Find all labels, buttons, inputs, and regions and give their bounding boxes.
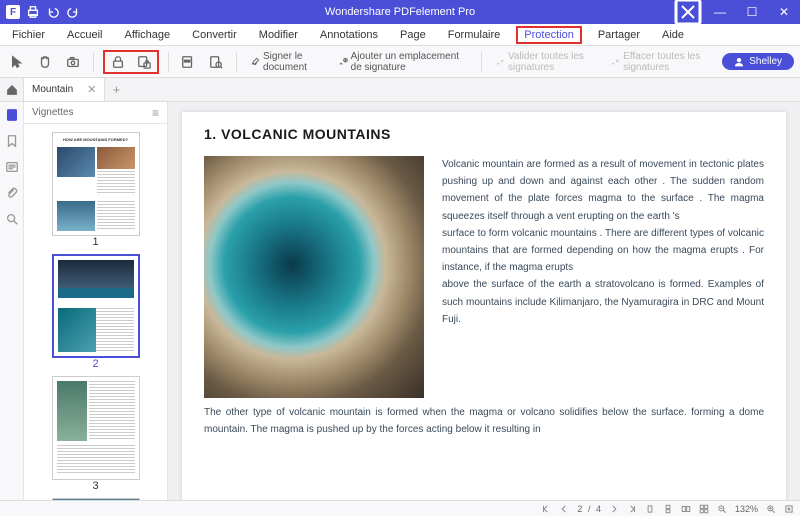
- pointer-tool[interactable]: [6, 53, 28, 71]
- sign-document-button[interactable]: Signer le document: [246, 49, 328, 75]
- view-facing-icon[interactable]: [681, 504, 691, 514]
- menu-formulaire[interactable]: Formulaire: [442, 26, 507, 44]
- bookmarks-panel-icon[interactable]: [5, 134, 19, 148]
- close-tab-icon[interactable]: ✕: [87, 83, 96, 96]
- app-logo-icon: F: [6, 5, 20, 19]
- page-content: 1. VOLCANIC MOUNTAINS Volcanic mountain …: [182, 112, 786, 500]
- add-tab-button[interactable]: +: [105, 78, 127, 101]
- main-area: Vignettes≡ HOW ARE MOUNTAINS FORMED? 1 2: [0, 102, 800, 500]
- thumbnail-page-2[interactable]: [52, 254, 140, 358]
- minimize-button[interactable]: —: [704, 0, 736, 24]
- toolbar: Signer le document Ajouter un emplacemen…: [0, 46, 800, 78]
- fit-page-icon[interactable]: [784, 504, 794, 514]
- close-button[interactable]: ✕: [768, 0, 800, 24]
- user-account-pill[interactable]: Shelley: [722, 53, 794, 70]
- zoom-out-icon[interactable]: [717, 504, 727, 514]
- app-title: Wondershare PDFelement Pro: [325, 6, 475, 18]
- thumbnail-page-3[interactable]: [52, 376, 140, 480]
- undo-icon[interactable]: [46, 5, 60, 19]
- menu-aide[interactable]: Aide: [656, 26, 690, 44]
- annotations-panel-icon[interactable]: [5, 160, 19, 174]
- encrypt-permissions-button[interactable]: [133, 53, 155, 71]
- validate-signatures-button: Valider toutes les signatures: [491, 49, 600, 75]
- attachments-panel-icon[interactable]: [5, 186, 19, 200]
- menu-partager[interactable]: Partager: [592, 26, 646, 44]
- camera-tool[interactable]: [62, 53, 84, 71]
- view-continuous-icon[interactable]: [663, 504, 673, 514]
- page-prev-icon[interactable]: [559, 504, 569, 514]
- thumbnails-panel: Vignettes≡ HOW ARE MOUNTAINS FORMED? 1 2: [24, 102, 168, 500]
- menu-convertir[interactable]: Convertir: [186, 26, 243, 44]
- zoom-in-icon[interactable]: [766, 504, 776, 514]
- search-panel-icon[interactable]: [5, 212, 19, 226]
- print-icon[interactable]: [26, 5, 40, 19]
- document-tabs: Mountain✕ +: [0, 78, 800, 102]
- title-bar: F Wondershare PDFelement Pro — ☐ ✕: [0, 0, 800, 24]
- home-tab[interactable]: [0, 78, 24, 101]
- page-first-icon[interactable]: [541, 504, 551, 514]
- page-next-icon[interactable]: [609, 504, 619, 514]
- redo-icon[interactable]: [66, 5, 80, 19]
- menu-accueil[interactable]: Accueil: [61, 26, 108, 44]
- view-single-icon[interactable]: [645, 504, 655, 514]
- clear-signatures-button: Effacer toutes les signatures: [606, 49, 716, 75]
- maximize-button[interactable]: ☐: [736, 0, 768, 24]
- page-indicator: 2 / 4: [577, 504, 601, 514]
- menu-annotations[interactable]: Annotations: [314, 26, 384, 44]
- thumbnail-page-4[interactable]: [52, 498, 140, 500]
- encryption-tools-highlight: [103, 50, 159, 74]
- menu-affichage[interactable]: Affichage: [118, 26, 176, 44]
- tab-mountain[interactable]: Mountain✕: [24, 78, 105, 101]
- encrypt-password-button[interactable]: [107, 53, 129, 71]
- body-text: Volcanic mountain are formed as a result…: [442, 156, 764, 398]
- redact-tool[interactable]: [177, 53, 199, 71]
- status-bar: 2 / 4 132%: [0, 500, 800, 516]
- zoom-level[interactable]: 132%: [735, 504, 758, 514]
- thumbnails-header: Vignettes≡: [24, 102, 167, 124]
- page-last-icon[interactable]: [627, 504, 637, 514]
- thumbnails-panel-icon[interactable]: [5, 108, 19, 122]
- panel-menu-icon[interactable]: ≡: [152, 106, 159, 120]
- menu-fichier[interactable]: Fichier: [6, 26, 51, 44]
- document-viewport[interactable]: 1. VOLCANIC MOUNTAINS Volcanic mountain …: [168, 102, 800, 500]
- menu-protection[interactable]: Protection: [516, 26, 582, 44]
- side-panel-tabs: [0, 102, 24, 500]
- body-text-continued: The other type of volcanic mountain is f…: [204, 404, 764, 438]
- search-redact-tool[interactable]: [205, 53, 227, 71]
- hand-tool[interactable]: [34, 53, 56, 71]
- menu-page[interactable]: Page: [394, 26, 432, 44]
- add-signature-field-button[interactable]: Ajouter un emplacement de signature: [334, 49, 473, 75]
- view-facing-cont-icon[interactable]: [699, 504, 709, 514]
- thumbnail-page-1[interactable]: HOW ARE MOUNTAINS FORMED?: [52, 132, 140, 236]
- menu-modifier[interactable]: Modifier: [253, 26, 304, 44]
- figure-image: [204, 156, 424, 398]
- help-icon[interactable]: [672, 0, 704, 24]
- section-heading: 1. VOLCANIC MOUNTAINS: [204, 126, 764, 142]
